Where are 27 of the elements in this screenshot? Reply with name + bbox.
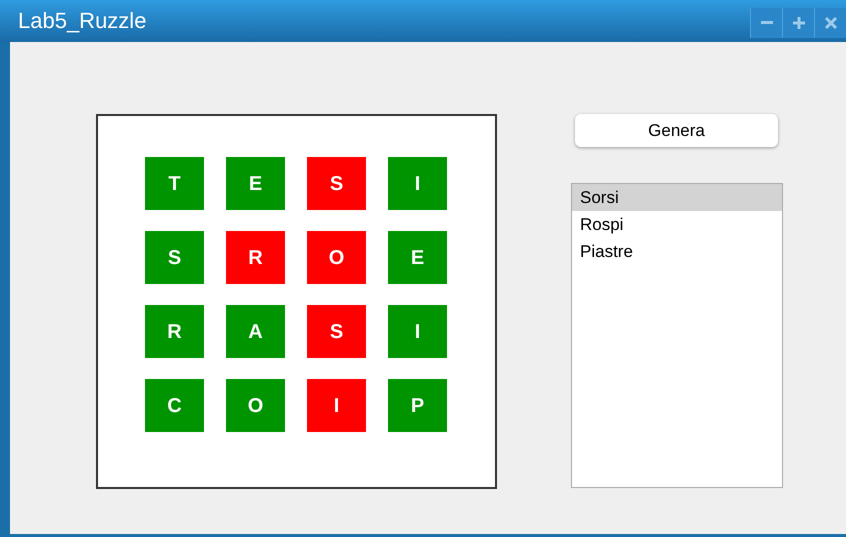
letter-tile[interactable]: I <box>388 157 447 210</box>
minimize-button[interactable] <box>750 8 782 38</box>
plus-icon <box>792 17 804 29</box>
letter-tile[interactable]: C <box>145 379 204 432</box>
letter-tile[interactable]: E <box>226 157 285 210</box>
close-icon <box>824 17 836 29</box>
letter-tile[interactable]: R <box>145 305 204 358</box>
letter-tile[interactable]: O <box>226 379 285 432</box>
letter-tile[interactable]: A <box>226 305 285 358</box>
letter-tile[interactable]: S <box>307 305 366 358</box>
letter-tile[interactable]: I <box>307 379 366 432</box>
maximize-button[interactable] <box>782 8 814 38</box>
close-button[interactable] <box>814 8 846 38</box>
letter-tile[interactable]: E <box>388 231 447 284</box>
letter-tile[interactable]: R <box>226 231 285 284</box>
letter-tile[interactable]: I <box>388 305 447 358</box>
letter-tile[interactable]: S <box>145 231 204 284</box>
generate-button[interactable]: Genera <box>575 114 778 147</box>
word-list-item[interactable]: Rospi <box>572 211 782 238</box>
minimize-icon <box>760 21 772 25</box>
letter-tile[interactable]: T <box>145 157 204 210</box>
window-title: Lab5_Ruzzle <box>18 10 146 32</box>
word-list-item[interactable]: Sorsi <box>572 184 782 211</box>
letter-tile[interactable]: P <box>388 379 447 432</box>
letter-tile[interactable]: O <box>307 231 366 284</box>
word-list-item[interactable]: Piastre <box>572 238 782 265</box>
letter-tile[interactable]: S <box>307 157 366 210</box>
